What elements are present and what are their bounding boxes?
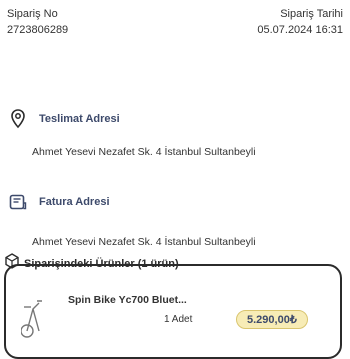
order-number-block: Sipariş No 2723806289	[7, 7, 68, 37]
order-header: Sipariş No 2723806289 Sipariş Tarihi 05.…	[7, 7, 343, 47]
product-name[interactable]: Spin Bike Yc700 Bluet...	[68, 294, 187, 306]
location-pin-icon	[7, 108, 29, 130]
product-quantity: 1 Adet	[164, 314, 193, 325]
order-number-value: 2723806289	[7, 24, 69, 36]
shipping-address-heading: Teslimat Adresi	[7, 108, 120, 130]
billing-address-text: Ahmet Yesevi Nezafet Sk. 4 İstanbul Sult…	[32, 236, 256, 248]
invoice-icon	[7, 191, 29, 213]
cart-item-card[interactable]: Spin Bike Yc700 Bluet... 1 Adet 5.290,00…	[4, 264, 342, 359]
order-number-label: Sipariş No	[7, 8, 58, 20]
shipping-address-text: Ahmet Yesevi Nezafet Sk. 4 İstanbul Sult…	[32, 146, 256, 158]
spin-bike-icon	[20, 291, 43, 341]
billing-address-title: Fatura Adresi	[39, 196, 110, 208]
order-date-value: 05.07.2024 16:31	[257, 24, 343, 36]
shipping-address-title: Teslimat Adresi	[39, 113, 120, 125]
order-date-label: Sipariş Tarihi	[280, 8, 343, 20]
order-date-block: Sipariş Tarihi 05.07.2024 16:31	[257, 7, 343, 37]
billing-address-heading: Fatura Adresi	[7, 191, 110, 213]
product-price: 5.290,00₺	[236, 310, 308, 329]
